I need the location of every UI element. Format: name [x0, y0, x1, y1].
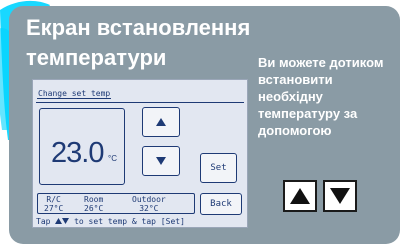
- down-arrow-icon: [156, 157, 166, 165]
- down-arrow-icon: [323, 180, 357, 212]
- instruction-text: Tap to set temp & tap [Set]: [36, 217, 185, 226]
- screen-header: Change set temp: [37, 89, 112, 99]
- set-button[interactable]: Set: [200, 153, 237, 183]
- temperature-display: 23.0 °C: [39, 108, 125, 185]
- temp-up-button[interactable]: [142, 107, 180, 137]
- temperature-unit: °C: [108, 154, 117, 163]
- room-readout: Room 26°C: [84, 195, 104, 213]
- temp-down-button[interactable]: [142, 146, 180, 176]
- lcd-screen: Change set temp 23.0 °C Set R/C 27°C Roo…: [32, 79, 248, 228]
- up-arrow-icon: [283, 180, 317, 212]
- temperature-value: 23.0: [51, 137, 104, 169]
- hint-arrow-group: [283, 180, 357, 212]
- up-arrow-icon: [55, 218, 63, 224]
- rc-readout: R/C 27°C: [44, 195, 64, 213]
- temperature-readouts: R/C 27°C Room 26°C Outdoor 32°C: [37, 193, 195, 214]
- back-button[interactable]: Back: [200, 193, 242, 215]
- down-arrow-icon: [62, 218, 70, 224]
- outdoor-readout: Outdoor 32°C: [132, 195, 166, 213]
- header-divider: [36, 102, 244, 103]
- up-arrow-icon: [156, 118, 166, 126]
- description-text: Ви можете дотиком встановити необхідну т…: [258, 55, 384, 138]
